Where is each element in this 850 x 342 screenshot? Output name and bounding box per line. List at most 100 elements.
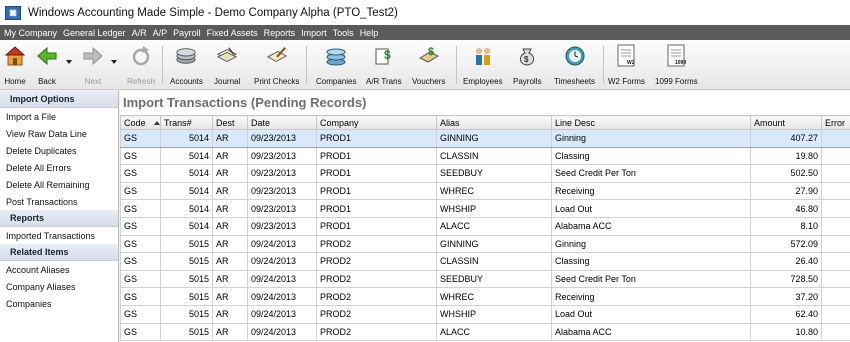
menu-my-company[interactable]: My Company — [4, 28, 57, 38]
column-header-line-desc[interactable]: Line Desc — [551, 115, 751, 130]
print-checks-button[interactable]: Print Checks — [254, 44, 299, 88]
column-header-alias[interactable]: Alias — [436, 115, 552, 130]
sidebar: Import Options Import a File View Raw Da… — [0, 91, 119, 342]
transactions-grid[interactable]: Code Trans# Dest Date Company Alias Line… — [120, 115, 850, 342]
sidebar-item-company-aliases[interactable]: Company Aliases — [0, 278, 118, 295]
sidebar-item-imported-transactions[interactable]: Imported Transactions — [0, 227, 118, 244]
sidebar-item-delete-all-errors[interactable]: Delete All Errors — [0, 159, 118, 176]
column-header-dest[interactable]: Dest — [212, 115, 248, 130]
column-header-error[interactable]: Error — [821, 115, 850, 130]
cell-dest: AR — [212, 216, 248, 236]
cell-amount: 62.40 — [750, 304, 822, 324]
accounts-button[interactable]: Accounts — [170, 44, 203, 88]
window-title: Windows Accounting Made Simple - Demo Co… — [28, 6, 398, 19]
cell-trans: 5014 — [160, 146, 213, 166]
table-row[interactable]: GS 5015 AR 09/24/2013 PROD2 WHSHIP Load Out 62.… — [120, 304, 850, 324]
table-row[interactable]: GS 5014 AR 09/23/2013 PROD1 GINNING Ginning 407… — [120, 129, 850, 148]
cell-alias: WHREC — [436, 287, 552, 306]
journal-icon — [216, 44, 238, 68]
header-row: Code Trans# Dest Date Company Alias Line… — [120, 115, 850, 130]
ar-trans-button[interactable]: $ A/R Trans — [366, 44, 402, 88]
cell-date: 09/23/2013 — [247, 181, 317, 201]
home-button[interactable]: Home — [4, 44, 26, 88]
main-panel: Import Transactions (Pending Records) Co… — [120, 91, 850, 342]
cell-code: GS — [120, 322, 161, 342]
1099-forms-button[interactable]: 1099 1099 Forms — [655, 44, 698, 88]
table-row[interactable]: GS 5014 AR 09/23/2013 PROD1 WHSHIP Load Out 46.… — [120, 199, 850, 218]
table-row[interactable]: GS 5014 AR 09/23/2013 PROD1 CLASSIN Classing 19… — [120, 146, 850, 166]
cell-code: GS — [120, 216, 161, 236]
sidebar-item-companies[interactable]: Companies — [0, 295, 118, 312]
import-options-header: Import Options — [0, 91, 118, 108]
table-row[interactable]: GS 5014 AR 09/23/2013 PROD1 SEEDBUY Seed Credi… — [120, 164, 850, 183]
sidebar-item-account-aliases[interactable]: Account Aliases — [0, 261, 118, 278]
menu-ar[interactable]: A/R — [132, 28, 147, 38]
cell-amount: 10.80 — [750, 322, 822, 342]
cell-amount: 8.10 — [750, 216, 822, 236]
table-row[interactable]: GS 5015 AR 09/24/2013 PROD2 WHREC Receiving 37.… — [120, 287, 850, 306]
w2-form-icon: W2 — [615, 44, 637, 68]
column-header-code[interactable]: Code — [120, 115, 161, 130]
column-header-company[interactable]: Company — [316, 115, 437, 130]
vouchers-button[interactable]: $ Vouchers — [412, 44, 445, 88]
table-row[interactable]: GS 5015 AR 09/24/2013 PROD2 ALACC Alabama ACC 1… — [120, 322, 850, 342]
cell-error — [821, 199, 850, 218]
menu-general-ledger[interactable]: General Ledger — [63, 28, 126, 38]
forward-arrow-icon — [82, 44, 104, 68]
menu-ap[interactable]: A/P — [153, 28, 168, 38]
svg-text:W2: W2 — [627, 60, 635, 66]
sidebar-item-delete-duplicates[interactable]: Delete Duplicates — [0, 142, 118, 159]
companies-button[interactable]: Companies — [316, 44, 356, 88]
column-header-amount[interactable]: Amount — [750, 115, 822, 130]
cell-trans: 5015 — [160, 322, 213, 342]
cell-dest: AR — [212, 181, 248, 201]
table-row[interactable]: GS 5015 AR 09/24/2013 PROD2 CLASSIN Classing 26… — [120, 252, 850, 271]
timesheets-button[interactable]: Timesheets — [554, 44, 595, 88]
menu-import[interactable]: Import — [301, 28, 327, 38]
next-dropdown-icon[interactable] — [111, 60, 117, 64]
refresh-button[interactable]: Refresh — [127, 44, 155, 88]
menu-tools[interactable]: Tools — [333, 28, 354, 38]
table-row[interactable]: GS 5014 AR 09/23/2013 PROD1 ALACC Alabama ACC 8… — [120, 216, 850, 236]
cell-amount: 572.09 — [750, 234, 822, 254]
table-row[interactable]: GS 5015 AR 09/24/2013 PROD2 SEEDBUY Seed Credi… — [120, 269, 850, 289]
cell-trans: 5015 — [160, 304, 213, 324]
sidebar-item-post-transactions[interactable]: Post Transactions — [0, 193, 118, 210]
cell-company: PROD1 — [316, 181, 437, 201]
menu-fixed-assets[interactable]: Fixed Assets — [207, 28, 258, 38]
svg-text:$: $ — [524, 55, 529, 64]
cell-line-desc: Classing — [551, 252, 751, 271]
back-button[interactable]: Back — [36, 44, 58, 88]
payrolls-button[interactable]: $ Payrolls — [513, 44, 541, 88]
employees-button[interactable]: Employees — [463, 44, 503, 88]
next-button[interactable]: Next — [82, 44, 104, 88]
svg-text:$: $ — [384, 48, 391, 62]
svg-text:$: $ — [428, 46, 434, 58]
sidebar-item-delete-all-remaining[interactable]: Delete All Remaining — [0, 176, 118, 193]
cell-company: PROD2 — [316, 287, 437, 306]
menu-help[interactable]: Help — [360, 28, 379, 38]
related-items-header: Related Items — [0, 244, 118, 261]
back-dropdown-icon[interactable] — [66, 60, 72, 64]
companies-icon — [325, 44, 347, 68]
table-row[interactable]: GS 5014 AR 09/23/2013 PROD1 WHREC Receiving 27.… — [120, 181, 850, 201]
cell-line-desc: Ginning — [551, 129, 751, 148]
table-row[interactable]: GS 5015 AR 09/24/2013 PROD2 GINNING Ginning 572… — [120, 234, 850, 254]
cell-error — [821, 164, 850, 183]
sidebar-item-import-a-file[interactable]: Import a File — [0, 108, 118, 125]
cell-error — [821, 287, 850, 306]
home-icon — [4, 44, 26, 68]
menu-reports[interactable]: Reports — [264, 28, 296, 38]
cell-line-desc: Receiving — [551, 181, 751, 201]
journal-button[interactable]: Journal — [214, 44, 240, 88]
column-header-date[interactable]: Date — [247, 115, 317, 130]
cell-line-desc: Seed Credit Per Ton — [551, 164, 751, 183]
cell-dest: AR — [212, 234, 248, 254]
menu-payroll[interactable]: Payroll — [173, 28, 201, 38]
sidebar-item-view-raw-data-line[interactable]: View Raw Data Line — [0, 125, 118, 142]
column-header-trans[interactable]: Trans# — [160, 115, 213, 130]
cell-error — [821, 129, 850, 148]
cell-trans: 5014 — [160, 216, 213, 236]
w2-forms-button[interactable]: W2 W2 Forms — [608, 44, 645, 88]
sort-ascending-icon — [153, 121, 160, 126]
